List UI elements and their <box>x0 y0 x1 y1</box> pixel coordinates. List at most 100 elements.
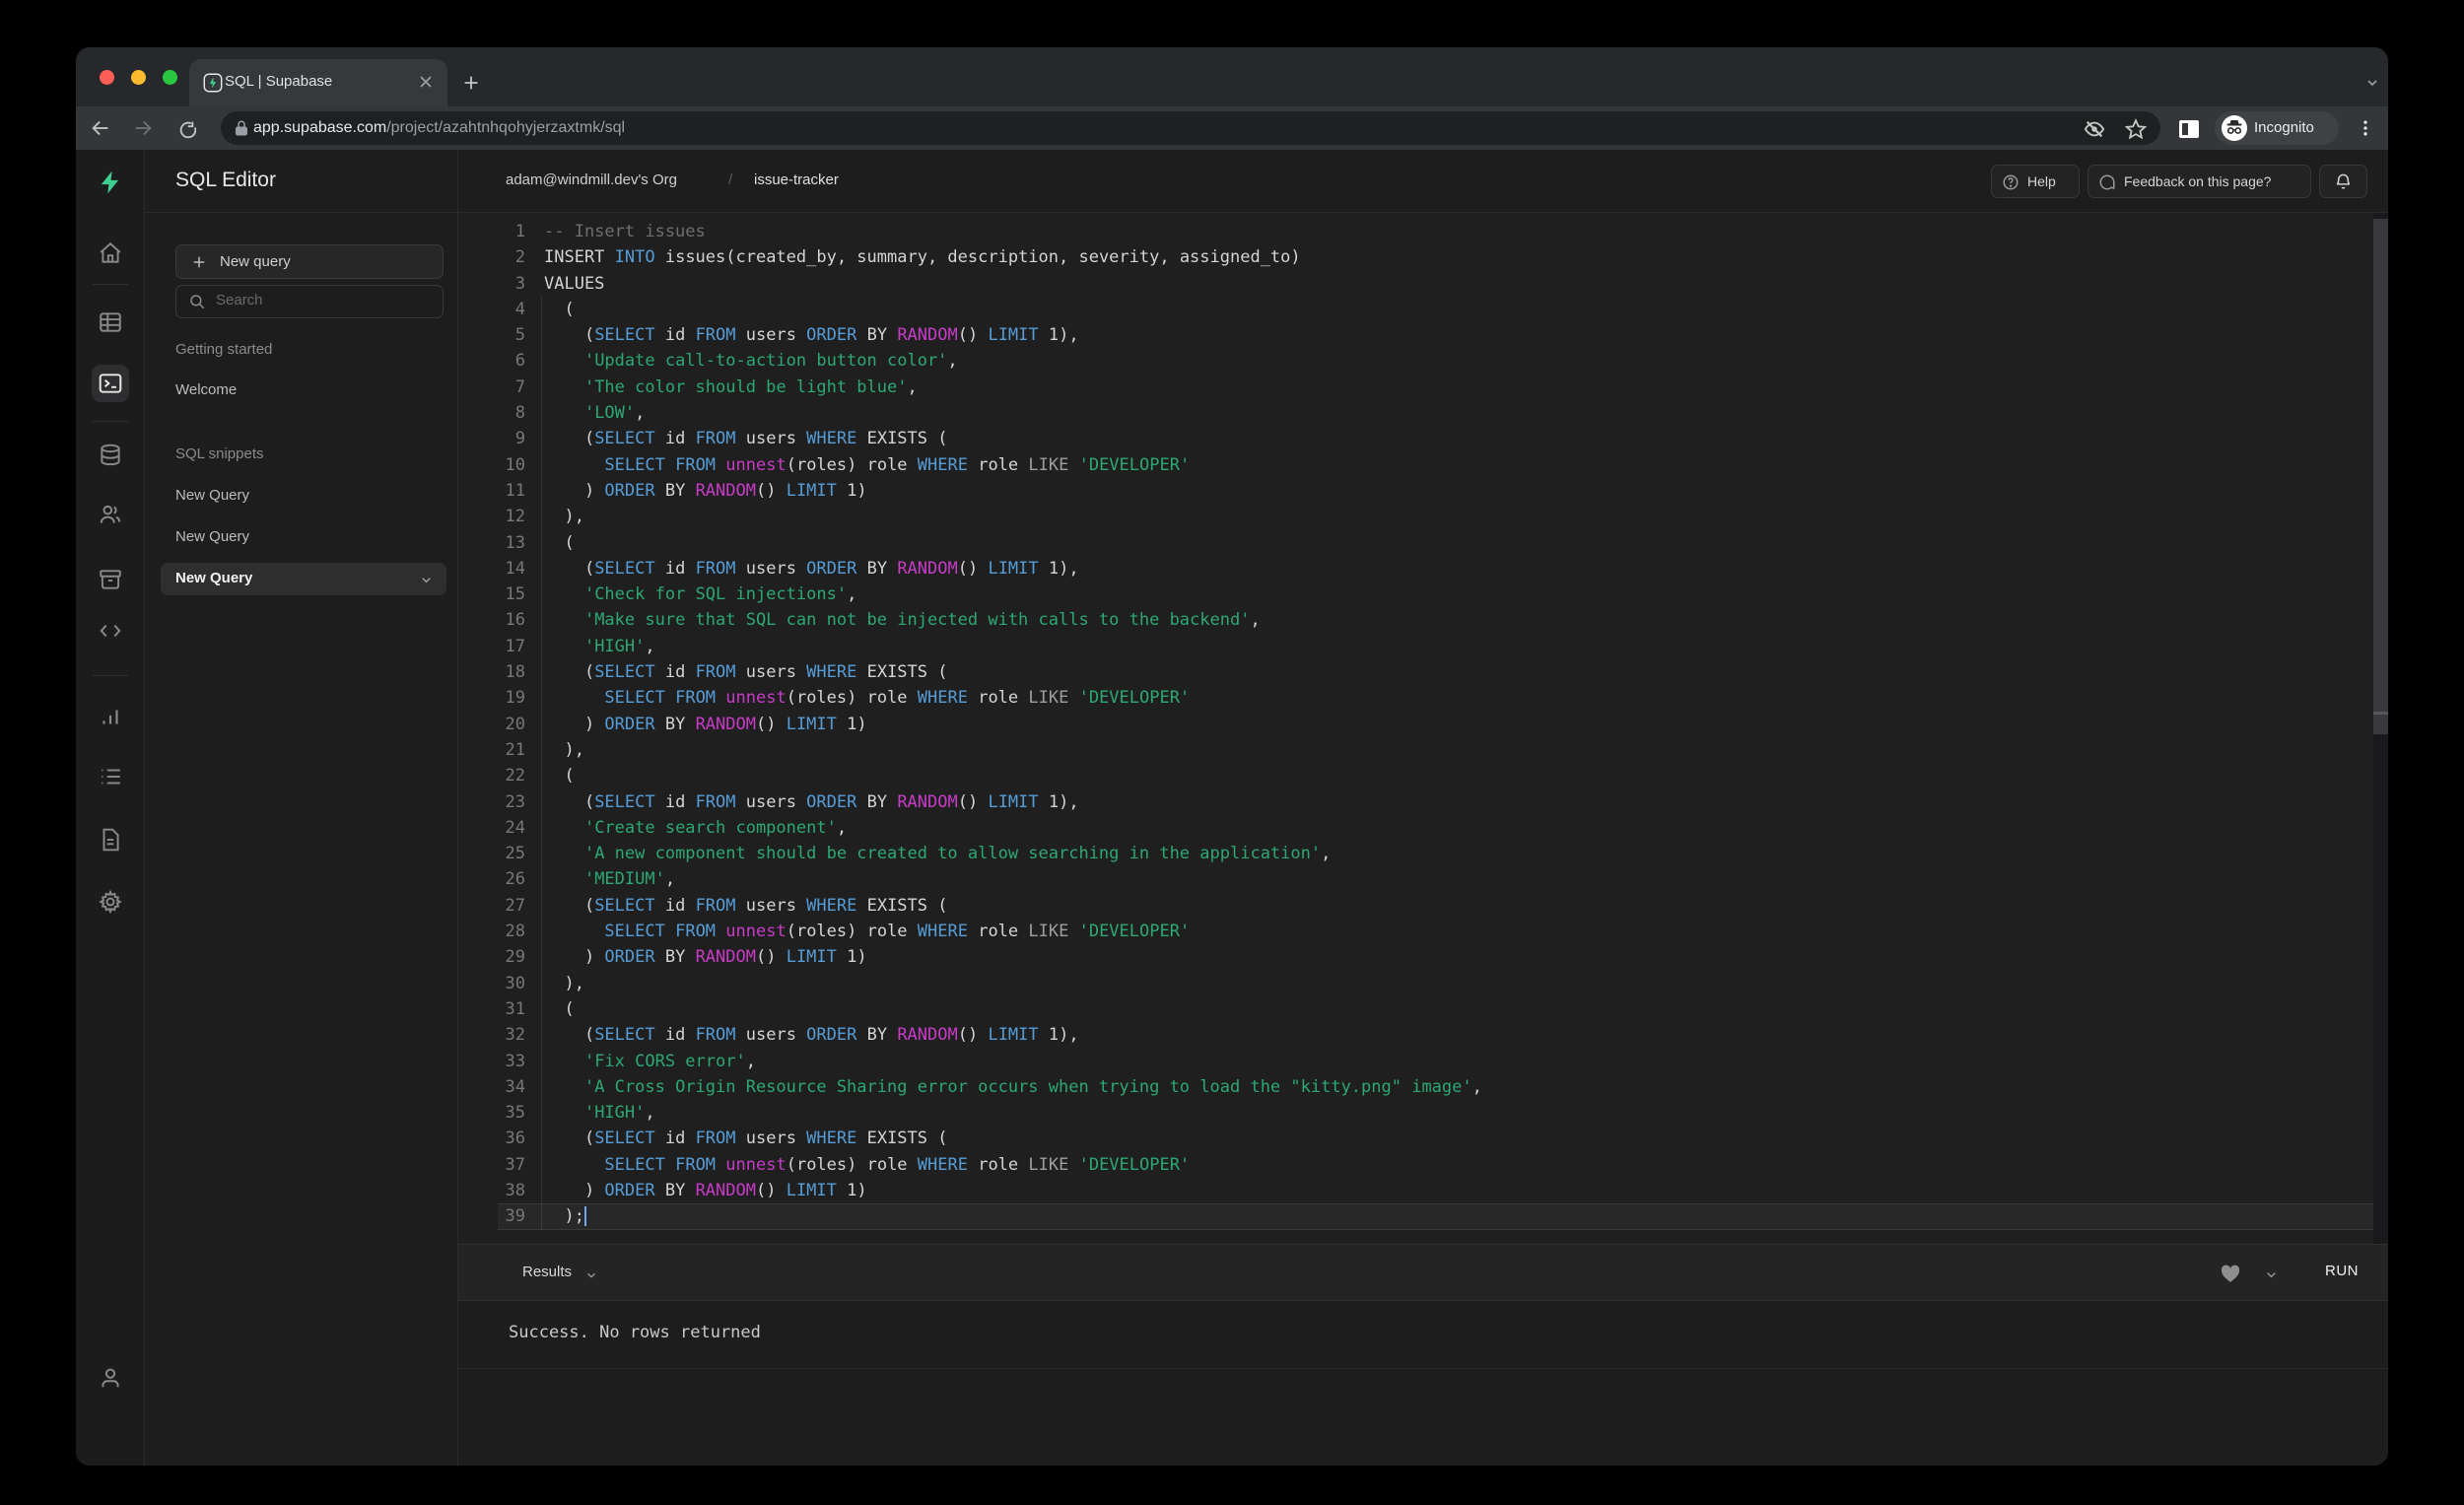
code-line[interactable]: (SELECT id FROM users WHERE EXISTS ( <box>544 893 1482 919</box>
code-token: BY <box>654 947 696 968</box>
back-icon[interactable] <box>90 117 111 139</box>
code-line[interactable]: (SELECT id FROM users WHERE EXISTS ( <box>544 659 1482 685</box>
chat-bubble-icon <box>2098 173 2116 191</box>
run-button[interactable]: RUN <box>2325 1263 2359 1279</box>
notifications-button[interactable] <box>2319 165 2367 198</box>
code-line[interactable]: 'Create search component', <box>544 815 1482 841</box>
code-token: 1) <box>836 480 867 501</box>
code-line[interactable]: (SELECT id FROM users WHERE EXISTS ( <box>544 426 1482 451</box>
account-user-icon[interactable] <box>98 1365 123 1391</box>
code-line[interactable]: (SELECT id FROM users ORDER BY RANDOM() … <box>544 789 1482 815</box>
code-token: 'A new component should be created to al… <box>583 844 1322 864</box>
scrollbar-thumb-tail <box>2373 715 2388 734</box>
sidebar-item-new-query-2[interactable]: New Query <box>175 528 249 545</box>
sidebar-item-new-query-1[interactable]: New Query <box>175 487 249 504</box>
chevron-down-icon[interactable] <box>419 573 434 587</box>
table-editor-icon[interactable] <box>98 309 123 335</box>
line-number: 11 <box>505 480 525 501</box>
authentication-users-icon[interactable] <box>98 502 123 527</box>
sql-code-editor[interactable]: 1 2 3 4 5 6 7 8 9 10 11 12 13 14 15 16 17 18 19 20 21 22 23 24 2… <box>458 213 2388 1244</box>
eye-off-icon[interactable] <box>2084 118 2105 140</box>
code-token: 'DEVELOPER' <box>1078 922 1191 942</box>
side-panel-icon[interactable] <box>2177 118 2201 140</box>
favorite-heart-icon[interactable] <box>2219 1262 2242 1285</box>
code-line[interactable]: ( <box>544 297 1482 322</box>
code-line[interactable]: 'Update call-to-action button color', <box>544 348 1482 374</box>
code-line[interactable]: ); <box>544 1203 1482 1229</box>
code-line[interactable]: ), <box>544 737 1482 763</box>
edge-functions-code-icon[interactable] <box>98 618 123 644</box>
search-input[interactable] <box>216 292 423 308</box>
browser-menu-icon[interactable] <box>2356 117 2375 139</box>
close-window-button[interactable] <box>100 70 114 85</box>
code-line[interactable]: ) ORDER BY RANDOM() LIMIT 1) <box>544 712 1482 737</box>
code-line[interactable]: -- Insert issues <box>544 219 1482 244</box>
code-line[interactable]: 'A Cross Origin Resource Sharing error o… <box>544 1074 1482 1100</box>
search-box[interactable] <box>175 285 444 318</box>
code-line[interactable]: 'A new component should be created to al… <box>544 841 1482 866</box>
sidebar-item-new-query-selected[interactable]: New Query <box>161 563 446 595</box>
breadcrumb-project[interactable]: issue-tracker <box>754 171 839 188</box>
supabase-logo-icon[interactable] <box>98 170 123 195</box>
run-options-chevron-icon[interactable] <box>2264 1267 2279 1282</box>
forward-icon[interactable] <box>132 117 154 139</box>
breadcrumb-org[interactable]: adam@windmill.dev's Org <box>506 171 677 188</box>
code-line[interactable]: ), <box>544 971 1482 996</box>
database-icon[interactable] <box>98 443 123 468</box>
results-chevron-icon[interactable] <box>584 1268 598 1282</box>
bookmark-star-icon[interactable] <box>2125 118 2147 140</box>
editor-scrollbar[interactable] <box>2373 213 2388 1244</box>
code-line[interactable]: ) ORDER BY RANDOM() LIMIT 1) <box>544 944 1482 970</box>
code-line[interactable]: VALUES <box>544 271 1482 297</box>
code-line[interactable]: 'Make sure that SQL can not be injected … <box>544 607 1482 633</box>
code-line[interactable]: SELECT FROM unnest(roles) role WHERE rol… <box>544 1152 1482 1178</box>
minimize-window-button[interactable] <box>131 70 146 85</box>
new-query-button[interactable]: New query <box>175 244 444 279</box>
reload-icon[interactable] <box>174 117 196 139</box>
section-getting-started: Getting started <box>175 341 273 358</box>
zoom-window-button[interactable] <box>163 70 177 85</box>
reports-chart-icon[interactable] <box>98 704 123 729</box>
scrollbar-thumb[interactable] <box>2373 219 2388 712</box>
code-line[interactable]: 'HIGH', <box>544 1100 1482 1126</box>
code-line[interactable]: 'HIGH', <box>544 634 1482 659</box>
feedback-button[interactable]: Feedback on this page? <box>2088 165 2311 198</box>
code-line[interactable]: (SELECT id FROM users ORDER BY RANDOM() … <box>544 556 1482 581</box>
storage-icon[interactable] <box>98 567 123 592</box>
new-tab-button[interactable] <box>460 72 482 94</box>
code-line[interactable]: 'The color should be light blue', <box>544 375 1482 400</box>
code-line[interactable]: 'MEDIUM', <box>544 866 1482 892</box>
tab-close-icon[interactable] <box>416 72 436 92</box>
code-line[interactable]: (SELECT id FROM users ORDER BY RANDOM() … <box>544 1022 1482 1048</box>
code-line[interactable]: ( <box>544 530 1482 556</box>
code-line[interactable]: ) ORDER BY RANDOM() LIMIT 1) <box>544 478 1482 504</box>
sql-editor-nav-active[interactable] <box>92 365 129 402</box>
code-line[interactable]: 'Check for SQL injections', <box>544 581 1482 607</box>
code-line[interactable]: ( <box>544 763 1482 788</box>
code-line[interactable]: ) ORDER BY RANDOM() LIMIT 1) <box>544 1178 1482 1203</box>
code-line[interactable]: INSERT INTO issues(created_by, summary, … <box>544 244 1482 270</box>
code-line[interactable]: 'Fix CORS error', <box>544 1049 1482 1074</box>
home-icon[interactable] <box>98 240 123 266</box>
settings-gear-icon[interactable] <box>98 889 123 915</box>
code-line[interactable]: ), <box>544 504 1482 529</box>
results-dropdown-label[interactable]: Results <box>522 1264 572 1280</box>
code-line[interactable]: SELECT FROM unnest(roles) role WHERE rol… <box>544 919 1482 944</box>
code-line[interactable]: SELECT FROM unnest(roles) role WHERE rol… <box>544 685 1482 711</box>
sidebar-item-welcome[interactable]: Welcome <box>175 381 237 398</box>
code-line[interactable]: ( <box>544 996 1482 1022</box>
line-number: 4 <box>514 299 525 319</box>
logs-list-icon[interactable] <box>98 764 123 789</box>
code-line[interactable]: 'LOW', <box>544 400 1482 426</box>
line-number: 17 <box>505 636 525 656</box>
help-button[interactable]: Help <box>1991 165 2080 198</box>
browser-tab[interactable]: SQL | Supabase <box>189 59 447 106</box>
code-token: , <box>635 403 646 424</box>
tab-search-chevron-icon[interactable] <box>2364 75 2380 91</box>
code-line[interactable]: SELECT FROM unnest(roles) role WHERE rol… <box>544 452 1482 478</box>
code-line[interactable]: (SELECT id FROM users ORDER BY RANDOM() … <box>544 322 1482 348</box>
api-docs-file-icon[interactable] <box>98 827 123 853</box>
url-bar[interactable]: app.supabase.com/project/azahtnhqohyjerz… <box>221 111 2160 145</box>
code-line[interactable]: (SELECT id FROM users WHERE EXISTS ( <box>544 1126 1482 1151</box>
